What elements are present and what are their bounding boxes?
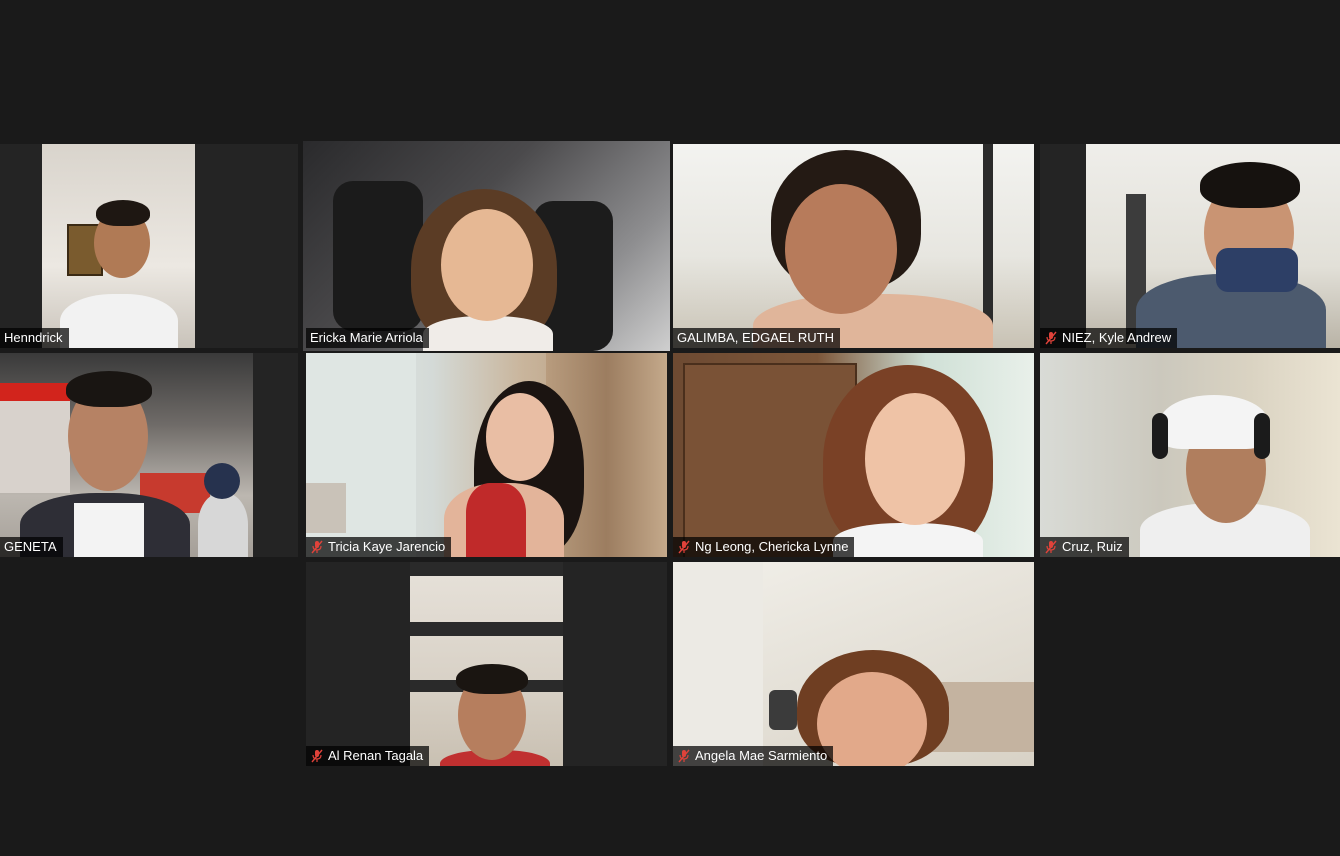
participant-name: Ericka Marie Arriola (310, 330, 423, 345)
participant-name-tag: Angela Mae Sarmiento (673, 746, 834, 766)
participant-name: Angela Mae Sarmiento (695, 748, 828, 763)
video-feed (42, 144, 195, 348)
participant-name-tag: GENETA (0, 537, 63, 557)
video-feed (673, 144, 1034, 348)
participant-name: NIEZ, Kyle Andrew (1062, 330, 1172, 345)
participant-name-tag: Al Renan Tagala (306, 746, 430, 766)
participant-name-tag: GALIMBA, EDGAEL RUTH (673, 328, 840, 348)
video-feed (1086, 144, 1340, 348)
participant-name: Ng Leong, Chericka Lynne (695, 539, 849, 554)
microphone-muted-icon (677, 540, 691, 554)
microphone-muted-icon (310, 749, 324, 763)
video-tile-henndrick[interactable]: Henndrick (0, 144, 298, 348)
video-tile-galimba[interactable]: GALIMBA, EDGAEL RUTH (673, 144, 1034, 348)
participant-name-tag: NIEZ, Kyle Andrew (1040, 328, 1178, 348)
participant-name-tag: Tricia Kaye Jarencio (306, 537, 452, 557)
video-tile-geneta[interactable]: GENETA (0, 353, 298, 557)
video-tile-tricia[interactable]: Tricia Kaye Jarencio (306, 353, 667, 557)
participant-name-tag: Ericka Marie Arriola (306, 328, 429, 348)
microphone-muted-icon (677, 749, 691, 763)
video-feed (410, 562, 563, 766)
microphone-muted-icon (1044, 331, 1058, 345)
participant-name-tag: Cruz, Ruiz (1040, 537, 1129, 557)
video-feed (1040, 353, 1340, 557)
video-feed (673, 562, 1034, 766)
video-tile-niez[interactable]: NIEZ, Kyle Andrew (1040, 144, 1340, 348)
video-tile-ericka[interactable]: Ericka Marie Arriola (303, 141, 670, 351)
video-tile-ng-leong[interactable]: Ng Leong, Chericka Lynne (673, 353, 1034, 557)
video-tile-sarmiento[interactable]: Angela Mae Sarmiento (673, 562, 1034, 766)
video-tile-cruz[interactable]: Cruz, Ruiz (1040, 353, 1340, 557)
participant-name: Tricia Kaye Jarencio (328, 539, 446, 554)
microphone-muted-icon (310, 540, 324, 554)
participant-name-tag: Henndrick (0, 328, 69, 348)
video-feed (673, 353, 1034, 557)
participant-name: GENETA (4, 539, 57, 554)
participant-name: Henndrick (4, 330, 63, 345)
participant-name: Cruz, Ruiz (1062, 539, 1123, 554)
video-tile-tagala[interactable]: Al Renan Tagala (306, 562, 667, 766)
video-feed (303, 141, 670, 351)
participant-name: Al Renan Tagala (328, 748, 424, 763)
video-feed (306, 353, 667, 557)
microphone-muted-icon (1044, 540, 1058, 554)
participant-name-tag: Ng Leong, Chericka Lynne (673, 537, 855, 557)
video-feed (0, 353, 253, 557)
participant-name: GALIMBA, EDGAEL RUTH (677, 330, 834, 345)
